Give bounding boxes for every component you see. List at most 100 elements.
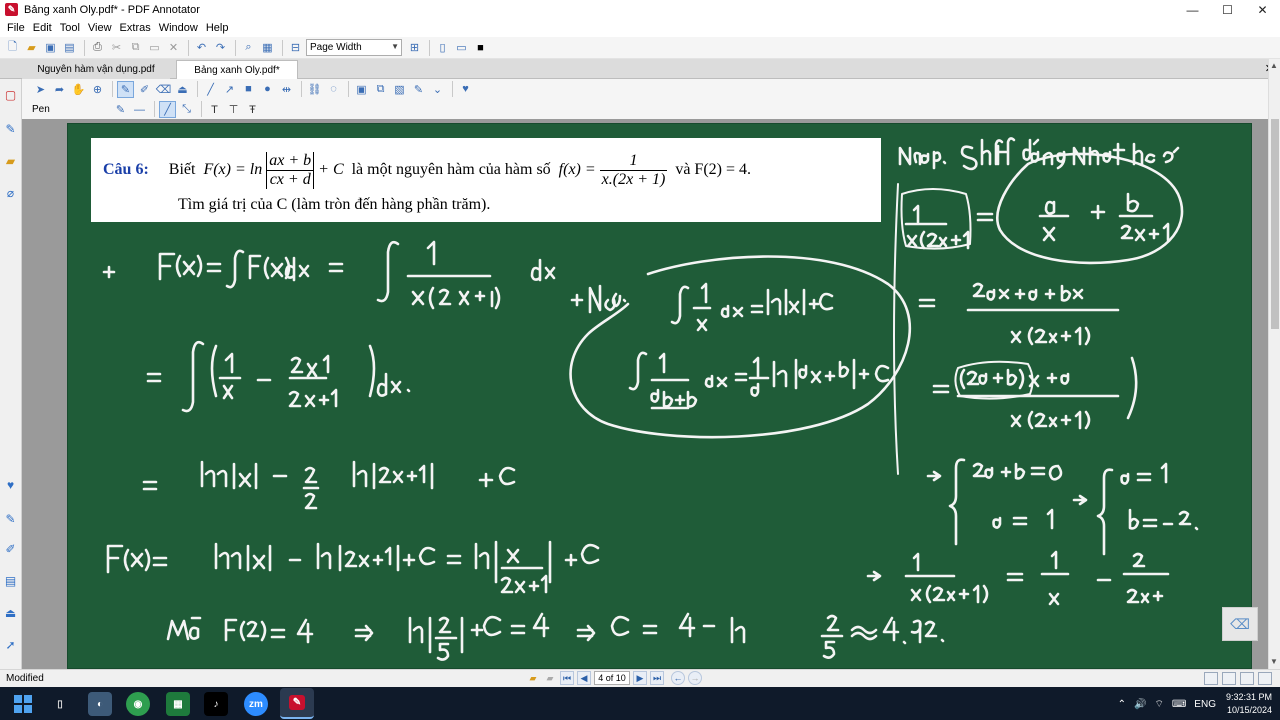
document-view[interactable]: Câu 6: Biết F(x) = ln ax + b cx + d + C …	[22, 119, 1268, 669]
last-page-icon[interactable]: ⏭	[650, 671, 664, 685]
ellipse-icon[interactable]: ●	[259, 81, 276, 98]
pen-tool-icon[interactable]: ✎	[3, 511, 18, 526]
zoom-in-icon[interactable]: ⊞	[406, 39, 423, 56]
volume-icon[interactable]: 🔊	[1134, 699, 1146, 710]
page-thumbnail-icon[interactable]: ▢	[3, 87, 18, 102]
go-back-icon[interactable]: ←	[671, 671, 685, 685]
go-forward-icon[interactable]: →	[688, 671, 702, 685]
pointer-tool-icon[interactable]: ➚	[3, 637, 18, 652]
strikethrough-icon[interactable]: Ŧ	[244, 101, 261, 118]
next-page-icon[interactable]: ▶	[633, 671, 647, 685]
find-icon[interactable]: ⌕	[240, 39, 257, 56]
page-width-icon[interactable]: ▭	[453, 39, 470, 56]
zoom-icon[interactable]: zm	[244, 692, 268, 716]
menu-view[interactable]: View	[84, 22, 116, 34]
pen-icon[interactable]: ✎	[117, 80, 134, 98]
menu-edit[interactable]: Edit	[29, 22, 56, 34]
phone-app-icon[interactable]: ▯	[48, 692, 72, 716]
link-icon[interactable]: ⛓	[306, 81, 323, 98]
history-forward-icon[interactable]: ▰	[543, 671, 557, 685]
zoom-select[interactable]: Page Width ▼	[306, 39, 402, 56]
straighten-icon[interactable]: ⤡	[178, 101, 195, 118]
page-indicator[interactable]: 4 of 10	[594, 671, 630, 685]
keyboard-icon[interactable]: ⌨	[1172, 699, 1186, 710]
single-page-view-icon[interactable]	[1204, 672, 1218, 685]
stamp-tool-icon[interactable]: ⏏	[3, 605, 18, 620]
image-icon[interactable]: ⧉	[372, 81, 389, 98]
rectangle-icon[interactable]: ■	[240, 81, 257, 98]
pdf-annotator-taskbar-icon[interactable]: ✎	[280, 688, 314, 719]
smooth-pen-icon[interactable]: ╱	[159, 101, 176, 118]
floating-eraser-button[interactable]: ⌫	[1222, 607, 1258, 641]
two-page-view-icon[interactable]	[1240, 672, 1254, 685]
two-page-continuous-view-icon[interactable]	[1258, 672, 1272, 685]
chrome-icon[interactable]: ◉	[126, 692, 150, 716]
stamp-icon[interactable]: ⏏	[174, 81, 191, 98]
minimize-button[interactable]: —	[1175, 0, 1210, 19]
new-document-icon[interactable]: 🗋	[4, 39, 21, 56]
paste-icon[interactable]: ▭	[146, 39, 163, 56]
previous-page-icon[interactable]: ◀	[577, 671, 591, 685]
print-icon[interactable]: ⎙	[89, 39, 106, 56]
delete-icon[interactable]: ✕	[165, 39, 182, 56]
menu-window[interactable]: Window	[155, 22, 202, 34]
menu-help[interactable]: Help	[202, 22, 233, 34]
scrollbar-thumb[interactable]	[1271, 119, 1279, 329]
sheets-icon[interactable]: ▦	[166, 692, 190, 716]
copy-icon[interactable]: ⧉	[127, 39, 144, 56]
measure-icon[interactable]: ⇹	[278, 81, 295, 98]
pen-panel-icon[interactable]: ✎	[3, 121, 18, 136]
favorites-heart-icon[interactable]: ♥	[457, 81, 474, 98]
fill-icon[interactable]: ▧	[391, 81, 408, 98]
undo-icon[interactable]: ↶	[193, 39, 210, 56]
windows-start-icon[interactable]	[14, 695, 32, 713]
magnifier-icon[interactable]: ⊕	[89, 81, 106, 98]
favorite-heart-icon[interactable]: ♥	[3, 477, 18, 492]
select-text-icon[interactable]: ➦	[51, 81, 68, 98]
save-all-icon[interactable]: ▤	[61, 39, 78, 56]
tab-bang-xanh[interactable]: Bảng xanh Oly.pdf*	[176, 60, 298, 79]
single-page-icon[interactable]: ▯	[434, 39, 451, 56]
text-tool-icon[interactable]: ▤	[3, 573, 18, 588]
pdf-page[interactable]: Câu 6: Biết F(x) = ln ax + b cx + d + C …	[67, 123, 1252, 669]
save-icon[interactable]: ▣	[42, 39, 59, 56]
network-icon[interactable]: ⌔	[1154, 698, 1163, 711]
tab-nguyen-ham[interactable]: Nguyên hàm vận dụng.pdf	[22, 60, 170, 79]
close-button[interactable]: ✕	[1245, 0, 1280, 19]
clock[interactable]: 9:32:31 PM 10/15/2024	[1226, 691, 1272, 717]
text-size-icon[interactable]: T	[206, 101, 223, 118]
redo-icon[interactable]: ↷	[212, 39, 229, 56]
zoom-out-icon[interactable]: ⊟	[287, 39, 304, 56]
line-style-icon[interactable]: —	[131, 101, 148, 118]
layout-icon[interactable]: ▦	[259, 39, 276, 56]
maximize-button[interactable]: ☐	[1210, 0, 1245, 19]
language-indicator[interactable]: ENG	[1194, 699, 1216, 710]
folder-panel-icon[interactable]: ▰	[3, 153, 18, 168]
attachment-icon[interactable]: ⌀	[3, 185, 18, 200]
open-folder-icon[interactable]: ▰	[23, 39, 40, 56]
menu-tool[interactable]: Tool	[56, 22, 84, 34]
pen-color-icon[interactable]: ✎	[112, 101, 129, 118]
chevron-up-icon[interactable]: ⌃	[1118, 699, 1126, 710]
menu-extras[interactable]: Extras	[116, 22, 155, 34]
select-arrow-icon[interactable]: ➤	[32, 81, 49, 98]
ruler-icon[interactable]: ✎	[410, 81, 427, 98]
tiktok-icon[interactable]: ♪	[204, 692, 228, 716]
hand-tool-icon[interactable]: ✋	[70, 81, 87, 98]
eraser-icon[interactable]: ⌫	[155, 81, 172, 98]
menu-file[interactable]: File	[3, 22, 29, 34]
line-icon[interactable]: ╱	[202, 81, 219, 98]
arrow-icon[interactable]: ↗	[221, 81, 238, 98]
lasso-icon[interactable]: ◌	[325, 81, 342, 98]
more-tools-icon[interactable]: ⌄	[429, 81, 446, 98]
scroll-up-icon[interactable]: ▲	[1270, 61, 1278, 70]
fullscreen-icon[interactable]: ■	[472, 39, 489, 56]
cut-icon[interactable]: ✂	[108, 39, 125, 56]
highlighter-icon[interactable]: ✐	[136, 81, 153, 98]
continuous-view-icon[interactable]	[1222, 672, 1236, 685]
text-style-icon[interactable]: ⊤	[225, 101, 242, 118]
browser-icon[interactable]: ◐	[88, 692, 112, 716]
scroll-down-icon[interactable]: ▼	[1270, 657, 1278, 666]
vertical-scrollbar[interactable]: ▲ ▼	[1268, 59, 1280, 669]
first-page-icon[interactable]: ⏮	[560, 671, 574, 685]
